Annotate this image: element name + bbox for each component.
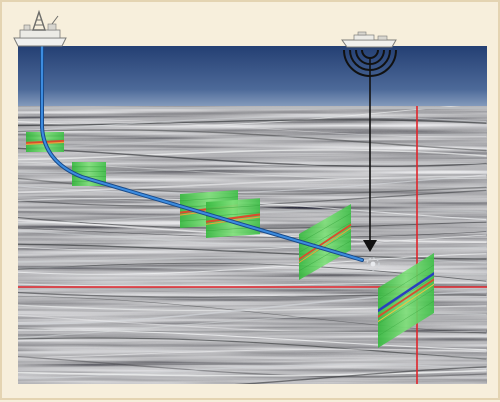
seismic-vessel-icon (341, 31, 397, 48)
water-column (18, 46, 487, 108)
figure-frame (0, 0, 500, 400)
drilling-platform-icon (13, 9, 67, 47)
seismic-illustration (13, 9, 487, 384)
